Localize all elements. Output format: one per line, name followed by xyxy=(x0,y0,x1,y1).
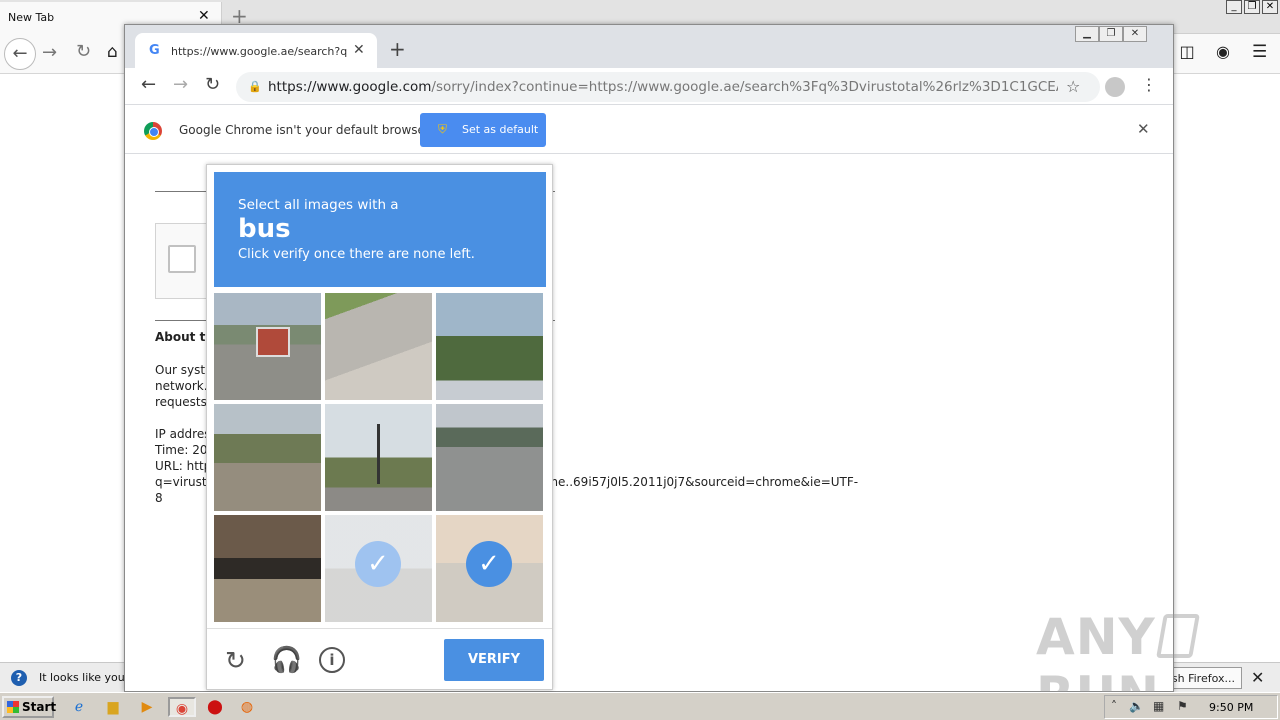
shield-icon: ⛨ xyxy=(438,122,448,136)
url-path: /sorry/index?continue=https://www.google… xyxy=(431,79,1058,95)
firefox-toolbar-icons: ◫ ◉ xyxy=(1176,42,1234,61)
instruction-subtext: Click verify once there are none left. xyxy=(238,247,475,262)
system-tray: ˄ 🔈 ▦ ⚑ 9:50 PM xyxy=(1104,695,1278,719)
info-icon[interactable]: i xyxy=(319,647,345,673)
chrome-minimize-button[interactable]: ▁ xyxy=(1075,26,1099,42)
chrome-tab[interactable]: G https://www.google.ae/search?q=v ✕ xyxy=(135,33,377,68)
minimize-button[interactable]: _ xyxy=(1226,0,1242,14)
restore-button[interactable]: ❐ xyxy=(1244,0,1260,14)
image-tile-selected[interactable]: ✓ xyxy=(325,515,432,622)
watermark-left: ANY xyxy=(1036,608,1156,666)
chrome-toolbar: ← → ↻ 🔒 https://www.google.com/sorry/ind… xyxy=(125,68,1173,105)
chrome-window-controls: ▁ ❐ ✕ xyxy=(1075,26,1147,42)
checkmark-icon: ✓ xyxy=(466,541,512,587)
sidebar-icon[interactable]: ◫ xyxy=(1176,42,1198,61)
account-icon[interactable]: ◉ xyxy=(1212,42,1234,61)
set-as-default-button[interactable]: ⛨ Set as default xyxy=(420,113,546,147)
query-tail: ome..69i57j0l5.2011j0j7&sourceid=chrome&… xyxy=(539,475,859,489)
firefox-menu-icon[interactable]: ☰ xyxy=(1252,42,1267,62)
chrome-tab-title: https://www.google.ae/search?q=v xyxy=(171,45,347,58)
lock-icon[interactable]: 🔒 xyxy=(248,80,262,93)
chrome-tab-strip: G https://www.google.ae/search?q=v ✕ + ▁… xyxy=(125,25,1173,68)
challenge-footer: ↻ 🎧 i VERIFY xyxy=(207,628,552,690)
infobar-close-icon[interactable]: ✕ xyxy=(1137,120,1150,138)
chrome-close-button[interactable]: ✕ xyxy=(1123,26,1147,42)
query-tail-end: 8 xyxy=(155,491,163,505)
back-arrow-icon[interactable]: ← xyxy=(141,74,156,95)
firefox-window-controls: _ ❐ ✕ xyxy=(1226,0,1278,14)
play-logo-icon xyxy=(1155,614,1200,658)
folder-icon[interactable]: ▆ xyxy=(102,697,124,717)
chrome-menu-icon[interactable]: ⋮ xyxy=(1141,75,1157,94)
address-bar[interactable]: 🔒 https://www.google.com/sorry/index?con… xyxy=(236,72,1100,102)
image-tile-selected[interactable]: ✓ xyxy=(436,515,543,622)
image-tile[interactable] xyxy=(214,293,321,400)
instruction-text: Select all images with a xyxy=(238,197,399,213)
notification-text: It looks like you h xyxy=(39,671,136,684)
firefox-back-icon[interactable]: ← xyxy=(4,38,36,70)
google-favicon-icon: G xyxy=(149,43,160,58)
firefox-tab-close-icon[interactable]: ✕ xyxy=(198,8,210,24)
star-icon[interactable]: ☆ xyxy=(1066,77,1080,96)
verify-button[interactable]: VERIFY xyxy=(444,639,544,681)
image-tile[interactable] xyxy=(325,404,432,511)
firefox-tab-title: New Tab xyxy=(8,11,55,24)
target-object: bus xyxy=(238,214,291,244)
media-player-icon[interactable]: ▶ xyxy=(136,697,158,717)
question-icon: ? xyxy=(11,670,27,686)
image-tile[interactable] xyxy=(436,404,543,511)
image-tile[interactable] xyxy=(214,515,321,622)
headphones-icon[interactable]: 🎧 xyxy=(271,645,302,675)
firefox-home-icon[interactable]: ⌂ xyxy=(107,42,118,62)
tray-expand-icon[interactable]: ˄ xyxy=(1111,699,1117,713)
time-line: Time: 20 xyxy=(155,443,208,457)
chrome-taskbar-icon[interactable]: ◉ xyxy=(168,697,196,717)
clock: 9:50 PM xyxy=(1209,701,1254,714)
set-as-default-label: Set as default xyxy=(462,123,539,136)
reload-icon[interactable]: ↻ xyxy=(205,74,220,95)
url-domain: https://www.google.com xyxy=(268,79,432,95)
challenge-header: Select all images with a bus Click verif… xyxy=(214,172,546,287)
flag-icon[interactable]: ⚑ xyxy=(1177,699,1188,713)
firefox-forward-icon[interactable]: → xyxy=(42,42,57,63)
volume-icon[interactable]: 🔈 xyxy=(1129,699,1144,713)
image-tile[interactable] xyxy=(214,404,321,511)
recaptcha-challenge: Select all images with a bus Click verif… xyxy=(206,164,553,690)
close-window-button[interactable]: ✕ xyxy=(1262,0,1278,14)
start-button[interactable]: Start xyxy=(2,696,57,718)
start-label: Start xyxy=(22,700,57,714)
forward-arrow-icon[interactable]: → xyxy=(173,74,188,95)
network-icon[interactable]: ▦ xyxy=(1153,699,1164,713)
chrome-restore-button[interactable]: ❐ xyxy=(1099,26,1123,42)
address-url: https://www.google.com/sorry/index?conti… xyxy=(268,79,1058,95)
firefox-reload-icon[interactable]: ↻ xyxy=(76,41,91,62)
reload-challenge-icon[interactable]: ↻ xyxy=(225,646,246,675)
chrome-logo-icon xyxy=(144,122,162,140)
paragraph-line: Our syst xyxy=(155,363,206,377)
recaptcha-checkbox[interactable] xyxy=(168,245,196,273)
ip-address-line: IP addres xyxy=(155,427,211,441)
windows-logo-icon xyxy=(7,701,19,713)
image-tile[interactable] xyxy=(436,293,543,400)
firefox-taskbar-icon[interactable]: ◍ xyxy=(236,697,258,717)
paragraph-line: requests xyxy=(155,395,207,409)
chrome-tab-close-icon[interactable]: ✕ xyxy=(353,42,365,58)
image-tile[interactable] xyxy=(325,293,432,400)
taskbar: Start ℯ ▆ ▶ ◉ ⬤ ◍ ˄ 🔈 ▦ ⚑ 9:50 PM xyxy=(0,692,1280,720)
chrome-new-tab-button[interactable]: + xyxy=(389,37,406,61)
url-line: URL: http xyxy=(155,459,212,473)
infobar-text: Google Chrome isn't your default browser xyxy=(179,123,430,137)
paragraph-line: network. xyxy=(155,379,208,393)
default-browser-infobar: Google Chrome isn't your default browser… xyxy=(125,106,1173,154)
ie-icon[interactable]: ℯ xyxy=(68,697,90,717)
profile-avatar-icon[interactable] xyxy=(1105,77,1125,97)
opera-icon[interactable]: ⬤ xyxy=(204,697,226,717)
checkmark-icon: ✓ xyxy=(355,541,401,587)
